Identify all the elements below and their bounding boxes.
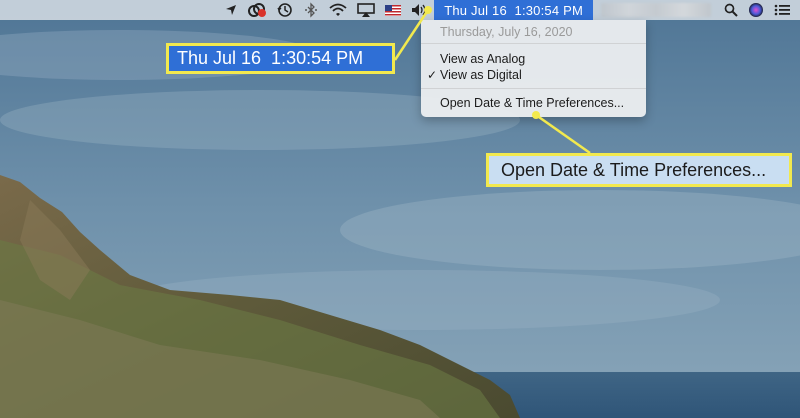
view-as-analog-item[interactable]: View as Analog (440, 52, 525, 66)
location-arrow-icon[interactable] (220, 0, 242, 20)
volume-icon[interactable] (406, 0, 434, 20)
spotlight-icon[interactable] (719, 0, 743, 20)
wifi-icon[interactable] (324, 0, 352, 20)
preferences-callout: Open Date & Time Preferences... (486, 153, 792, 187)
time-machine-icon[interactable] (272, 0, 298, 20)
notification-center-icon[interactable] (769, 0, 800, 20)
blurred-menubar-item (601, 3, 711, 17)
us-flag-icon[interactable] (380, 0, 406, 20)
menu-separator (421, 43, 646, 44)
airplay-icon[interactable] (352, 0, 380, 20)
creative-cloud-icon[interactable] (242, 0, 272, 20)
current-date-label: Thursday, July 16, 2020 (440, 25, 573, 39)
menu-bar: Thu Jul 16 1:30:54 PM (0, 0, 800, 20)
menubar-clock[interactable]: Thu Jul 16 1:30:54 PM (434, 0, 593, 20)
clock-callout: Thu Jul 16 1:30:54 PM (166, 43, 395, 74)
bluetooth-icon[interactable] (298, 0, 324, 20)
open-date-time-preferences-item[interactable]: Open Date & Time Preferences... (440, 96, 624, 110)
checkmark-icon: ✓ (427, 68, 438, 82)
view-as-digital-item[interactable]: View as Digital (440, 68, 522, 82)
clock-dropdown-menu: Thursday, July 16, 2020 View as Analog ✓… (421, 20, 646, 117)
desktop-wallpaper (0, 0, 800, 418)
menu-separator (421, 88, 646, 89)
siri-icon[interactable] (743, 0, 769, 20)
